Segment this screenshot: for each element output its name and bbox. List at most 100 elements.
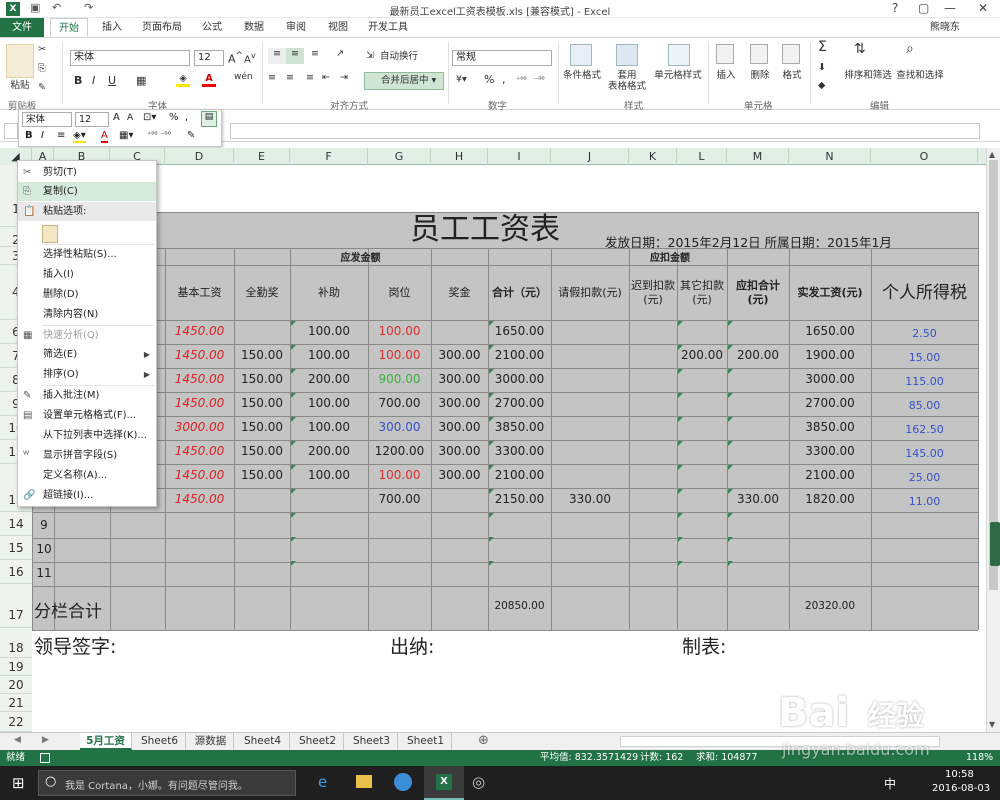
table-cell[interactable]: 1450.00 — [165, 348, 234, 362]
mini-percent-button[interactable]: % — [169, 112, 179, 123]
mini-italic-button[interactable]: I — [41, 130, 44, 141]
table-cell[interactable]: 162.50 — [871, 423, 978, 436]
tab-formulas[interactable]: 公式 — [194, 18, 230, 37]
table-cell[interactable]: 100.00 — [368, 468, 431, 482]
context-menu-item[interactable]: 删除(D) — [18, 285, 156, 304]
windows-start-icon[interactable]: ⊞ — [12, 774, 25, 792]
sheet-tab[interactable]: Sheet2 — [292, 733, 344, 750]
clock-time[interactable]: 10:58 — [945, 769, 974, 780]
table-cell[interactable]: 300.00 — [431, 348, 488, 362]
table-cell[interactable]: 1900.00 — [789, 348, 871, 362]
scroll-up-icon[interactable]: ▲ — [989, 150, 995, 159]
header-cell[interactable]: 实发工资(元) — [789, 266, 871, 320]
column-header-cell[interactable]: H — [431, 148, 488, 165]
table-cell[interactable]: 100.00 — [368, 348, 431, 362]
edge-icon[interactable]: e — [318, 773, 327, 791]
table-cell[interactable]: 1650.00 — [488, 324, 551, 338]
row-header-cell[interactable]: 16 — [0, 560, 32, 584]
table-cell[interactable]: 1450.00 — [165, 396, 234, 410]
context-menu-item[interactable]: ᵂ 显示拼音字段(S) — [18, 446, 156, 465]
header-cell[interactable]: 个人所得税 — [871, 266, 978, 320]
table-cell[interactable]: 150.00 — [234, 396, 290, 410]
table-cell[interactable]: 1450.00 — [165, 444, 234, 458]
format-as-table-icon[interactable] — [616, 44, 638, 66]
table-cell[interactable]: 3000.00 — [789, 372, 871, 386]
row-header-cell[interactable]: 15 — [0, 536, 32, 560]
column-header-cell[interactable]: F — [290, 148, 368, 165]
table-cell[interactable]: 2.50 — [871, 327, 978, 340]
cell-styles-button[interactable]: 单元格样式 — [652, 70, 704, 81]
table-cell[interactable]: 1200.00 — [368, 444, 431, 458]
subtotal-net[interactable]: 20320.00 — [789, 600, 871, 612]
align-middle-icon[interactable]: ≡ — [286, 48, 304, 64]
header-cell[interactable]: 迟到扣款(元) — [629, 266, 677, 320]
format-cells-icon[interactable] — [782, 44, 800, 64]
number-format-combo[interactable]: 常规 — [452, 50, 552, 66]
sort-filter-button[interactable]: 排序和筛选 — [840, 70, 896, 81]
table-cell[interactable]: 300.00 — [431, 372, 488, 386]
comma-button[interactable]: , — [502, 74, 506, 85]
header-cell[interactable]: 应扣合计(元) — [727, 266, 789, 320]
close-icon[interactable]: ✕ — [978, 1, 988, 15]
tab-file[interactable]: 文件 — [0, 18, 44, 37]
clear-icon[interactable]: ◆ — [818, 80, 825, 91]
header-cell[interactable]: 其它扣款(元) — [677, 266, 727, 320]
tab-developer[interactable]: 开发工具 — [362, 18, 414, 37]
minimize-icon[interactable]: — — [944, 1, 956, 15]
tab-view[interactable]: 视图 — [320, 18, 356, 37]
table-cell[interactable]: 150.00 — [234, 420, 290, 434]
mini-align-icon[interactable]: ≡ — [57, 130, 65, 141]
column-header-cell[interactable]: D — [165, 148, 234, 165]
phonetic-icon[interactable]: wén — [234, 72, 253, 83]
table-cell[interactable]: 1450.00 — [165, 324, 234, 338]
sign-maker[interactable]: 制表: — [682, 632, 726, 659]
table-cell[interactable]: 300.00 — [431, 420, 488, 434]
table-cell[interactable]: 150.00 — [234, 444, 290, 458]
table-cell[interactable]: 300.00 — [431, 444, 488, 458]
table-cell[interactable]: 1450.00 — [165, 492, 234, 506]
table-cell[interactable]: 2150.00 — [488, 492, 551, 506]
clock-date[interactable]: 2016-08-03 — [932, 783, 990, 794]
sheet-tab[interactable]: Sheet1 — [400, 733, 452, 750]
paste-icon[interactable] — [6, 44, 34, 78]
side-widget-icon[interactable] — [990, 522, 1000, 566]
name-box[interactable] — [4, 123, 18, 139]
sign-leader[interactable]: 领导签字: — [34, 632, 116, 659]
table-cell[interactable]: 900.00 — [368, 372, 431, 386]
table-cell[interactable]: 100.00 — [290, 468, 368, 482]
table-cell[interactable]: 330.00 — [551, 492, 629, 506]
delete-cells-icon[interactable] — [750, 44, 768, 64]
table-cell[interactable]: 1450.00 — [165, 468, 234, 482]
table-cell[interactable]: 25.00 — [871, 471, 978, 484]
mini-painter-icon[interactable]: ✎ — [187, 130, 195, 141]
sheet-tab[interactable]: Sheet4 — [236, 733, 290, 750]
table-cell[interactable]: 3000.00 — [165, 420, 234, 434]
align-top-icon[interactable]: ≡ — [268, 48, 286, 64]
context-menu-item[interactable]: 从下拉列表中选择(K)... — [18, 426, 156, 445]
mini-decimal-icon[interactable]: ⁺⁰⁰ ⁻⁰⁰ — [147, 130, 171, 139]
insert-cells-button[interactable]: 插入 — [712, 70, 740, 81]
column-header-cell[interactable]: O — [871, 148, 978, 165]
row-header-cell[interactable]: 19 — [0, 658, 32, 676]
row-header-cell[interactable]: 17 — [0, 584, 32, 628]
table-cell[interactable]: 1450.00 — [165, 372, 234, 386]
paste-option-icon[interactable] — [42, 225, 58, 243]
currency-icon[interactable]: ¥▾ — [456, 74, 467, 85]
row-number[interactable]: 10 — [33, 542, 55, 556]
context-menu-item[interactable]: 插入(I) — [18, 265, 156, 284]
insert-cells-icon[interactable] — [716, 44, 734, 64]
align-bottom-icon[interactable]: ≡ — [306, 48, 324, 64]
wrap-text-button[interactable]: 自动换行 — [380, 51, 418, 62]
cut-icon[interactable]: ✂ — [38, 44, 46, 55]
table-cell[interactable]: 150.00 — [234, 372, 290, 386]
table-cell[interactable]: 200.00 — [677, 348, 727, 362]
scroll-down-icon[interactable]: ▼ — [989, 720, 995, 729]
table-cell[interactable]: 700.00 — [368, 396, 431, 410]
mini-font-combo[interactable]: 宋体 — [22, 112, 72, 127]
header-cell[interactable]: 合计（元） — [488, 266, 551, 320]
context-menu-item[interactable]: 🔗 超链接(I)... — [18, 486, 156, 505]
percent-button[interactable]: % — [484, 74, 494, 85]
table-cell[interactable]: 3000.00 — [488, 372, 551, 386]
context-menu-item[interactable]: ✎ 插入批注(M) — [18, 386, 156, 405]
app-icon[interactable]: ◎ — [472, 773, 485, 791]
